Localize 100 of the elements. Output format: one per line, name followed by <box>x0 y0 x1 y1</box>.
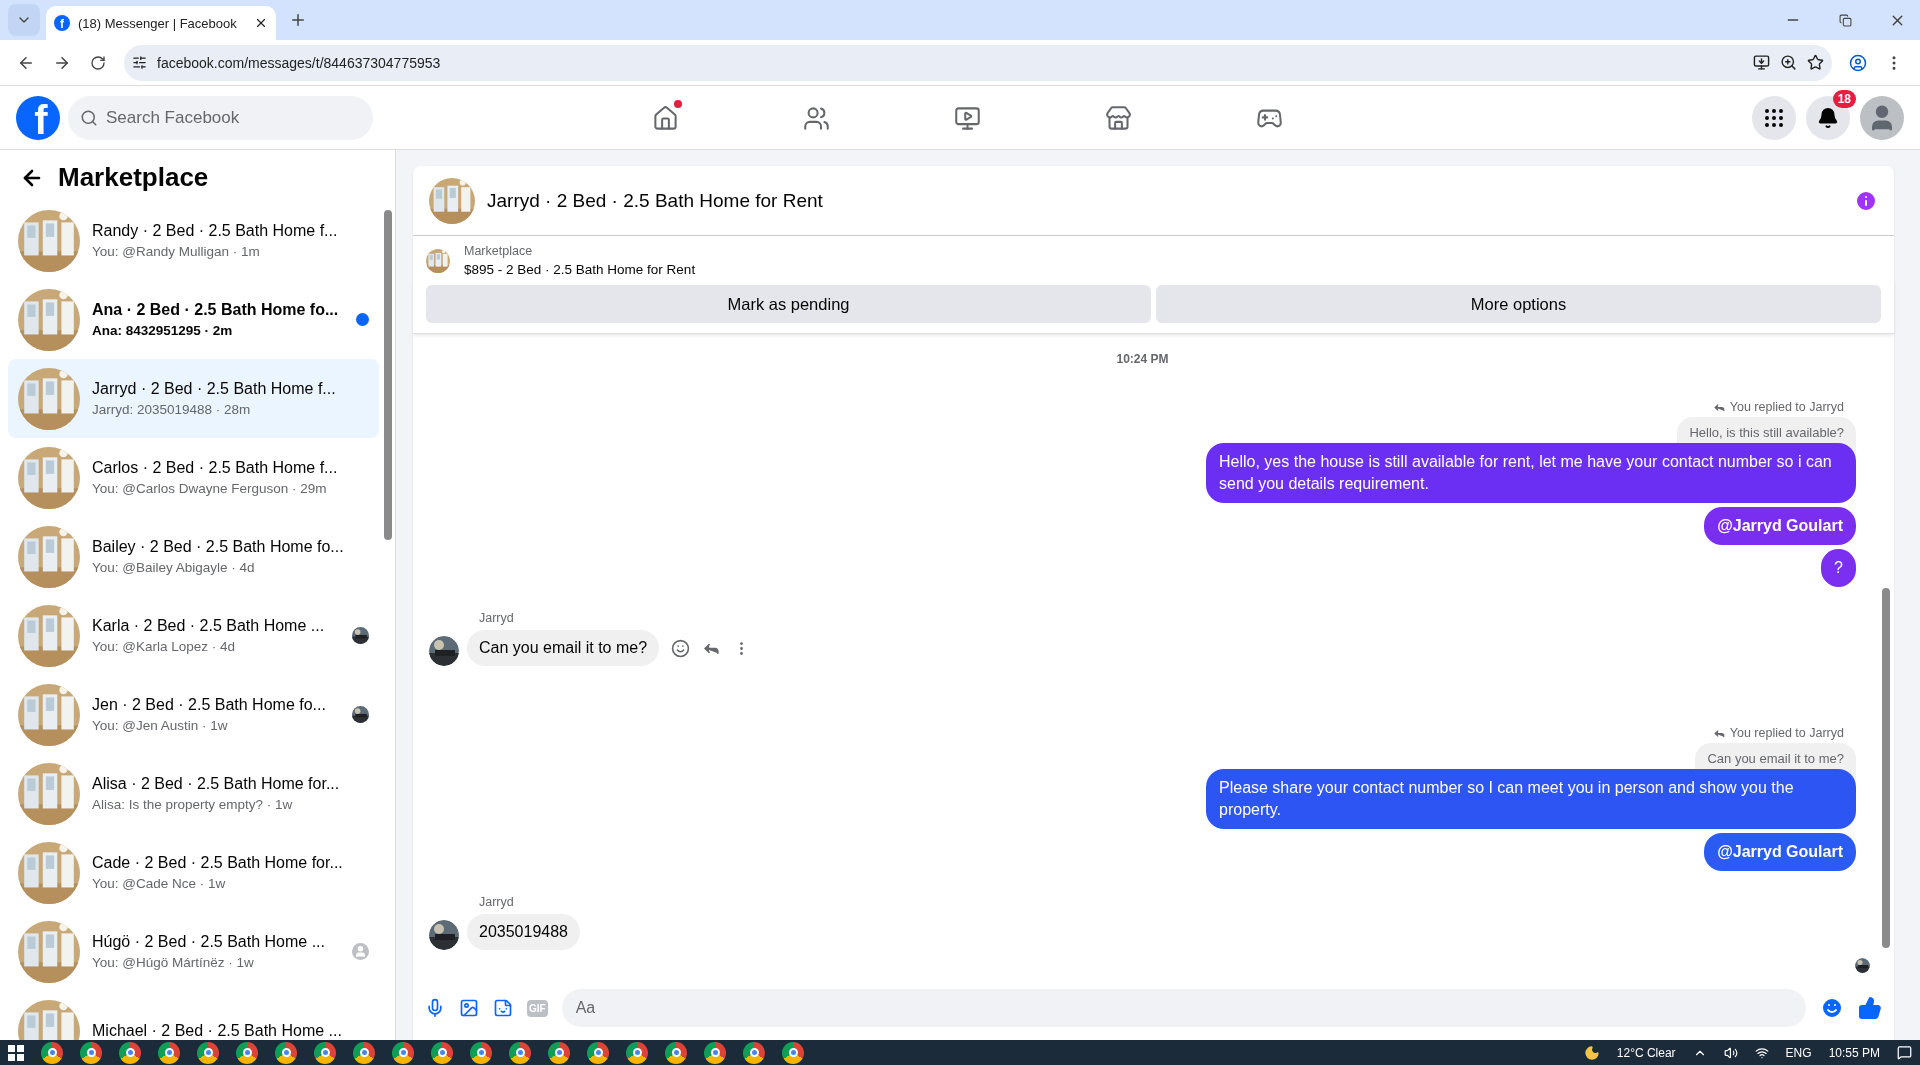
conversation-title: Karla · 2 Bed · 2.5 Bath Home ... <box>92 617 326 635</box>
mention-bubble: @Jarryd Goulart <box>1704 833 1856 871</box>
conversation-preview: You: @Cade Nce · 1w <box>92 876 227 891</box>
video-icon[interactable] <box>954 104 981 132</box>
like-icon[interactable] <box>1858 996 1882 1020</box>
address-bar[interactable]: facebook.com/messages/t/844637304775953 <box>124 44 1832 81</box>
install-icon[interactable] <box>1753 54 1770 71</box>
scrollbar-thumb[interactable] <box>1882 588 1890 948</box>
windows-icon[interactable] <box>8 1044 24 1061</box>
weather-text: 12°C Clear <box>1616 1045 1676 1060</box>
conversation-item[interactable]: Húgö · 2 Bed · 2.5 Bath Home ... You: @Húgö Mártínëz · 1w <box>8 912 379 991</box>
browser-icon[interactable] <box>41 1041 63 1064</box>
browser-icon[interactable] <box>275 1041 297 1064</box>
home-icon[interactable] <box>652 104 679 132</box>
browser-icon[interactable] <box>665 1041 687 1064</box>
reload-icon[interactable] <box>90 54 106 71</box>
browser-icon[interactable] <box>392 1041 414 1064</box>
sender-name: Jarryd <box>479 895 515 909</box>
browser-icon[interactable] <box>80 1041 102 1064</box>
notifications-button[interactable] <box>1806 95 1850 140</box>
mention-bubble: @Jarryd Goulart <box>1704 507 1856 545</box>
browser-icon[interactable] <box>197 1041 219 1064</box>
browser-icon[interactable] <box>470 1041 492 1064</box>
account-button[interactable] <box>1860 95 1904 140</box>
message-bubble: 2035019488 <box>467 914 580 950</box>
profile-icon[interactable] <box>1849 53 1867 72</box>
menu-button[interactable] <box>1752 95 1796 140</box>
conversation-preview: You: @Bailey Abigayle · 4d <box>92 560 256 575</box>
chat-title: Jarryd · 2 Bed · 2.5 Bath Home for Rent <box>487 189 824 212</box>
sticker-icon[interactable] <box>493 998 513 1018</box>
conversation-item[interactable]: Alisa · 2 Bed · 2.5 Bath Home for... Alisa: Is the property empty? · 1w <box>8 754 379 833</box>
conversation-preview: Jarryd: 2035019488 · 28m <box>92 402 252 417</box>
action-button[interactable]: More options <box>1156 285 1881 323</box>
network-icon[interactable] <box>1754 1045 1769 1060</box>
people-icon[interactable] <box>803 104 830 132</box>
clock[interactable]: 10:55 PM <box>1828 1045 1880 1060</box>
conversation-item[interactable]: Carlos · 2 Bed · 2.5 Bath Home f... You: @Carlos Dwayne Ferguson · 29m <box>8 438 379 517</box>
conversation-preview: You: @Karla Lopez · 4d <box>92 639 237 654</box>
message-bubble: Hello, yes the house is still available for rent, let me have your contact number so i can send you details requirement. <box>1206 443 1856 503</box>
message-bubble: Please share your contact number so I can meet you in person and show you the property. <box>1206 769 1856 829</box>
timestamp: 10:24 PM <box>1116 352 1169 366</box>
site-settings-icon[interactable] <box>132 55 147 70</box>
browser-icon[interactable] <box>626 1041 648 1064</box>
listing-summary: $895 - 2 Bed · 2.5 Bath Home for Rent <box>464 262 696 277</box>
browser-icon[interactable] <box>314 1041 336 1064</box>
action-button[interactable]: Mark as pending <box>426 285 1151 323</box>
conversation-item[interactable]: Randy · 2 Bed · 2.5 Bath Home f... You: @Randy Mulligan · 1m <box>8 201 379 280</box>
browser-icon[interactable] <box>509 1041 531 1064</box>
language-indicator[interactable]: ENG <box>1785 1045 1812 1060</box>
conversation-title: Carlos · 2 Bed · 2.5 Bath Home f... <box>92 459 339 477</box>
conversation-title: Alisa · 2 Bed · 2.5 Bath Home for... <box>92 775 341 793</box>
browser-icon[interactable] <box>353 1041 375 1064</box>
browser-icon[interactable] <box>782 1041 804 1064</box>
browser-tab[interactable]: f (18) Messenger | Facebook <box>46 6 276 40</box>
conversation-item[interactable]: Karla · 2 Bed · 2.5 Bath Home ... You: @Karla Lopez · 4d <box>8 596 379 675</box>
conversation-preview: You: @Carlos Dwayne Ferguson · 29m <box>92 481 328 496</box>
sender-name: Jarryd <box>479 611 515 625</box>
favicon: f <box>54 15 70 31</box>
message-bubble: ? <box>1821 549 1856 587</box>
restore-icon[interactable] <box>1838 13 1852 27</box>
notification-badge: 18 <box>1832 89 1856 108</box>
zoom-icon[interactable] <box>1780 54 1797 71</box>
volume-icon[interactable] <box>1723 1045 1738 1060</box>
browser-icon[interactable] <box>158 1041 180 1064</box>
browser-icon[interactable] <box>548 1041 570 1064</box>
conversation-preview: You: @Randy Mulligan · 1m <box>92 244 261 259</box>
emoji-icon[interactable] <box>671 638 691 658</box>
conversation-item[interactable]: Cade · 2 Bed · 2.5 Bath Home for... You: @Cade Nce · 1w <box>8 833 379 912</box>
close-icon[interactable] <box>254 16 268 30</box>
notifications-icon[interactable] <box>1897 1045 1912 1060</box>
logo[interactable]: f <box>16 95 60 140</box>
browser-icon[interactable] <box>704 1041 726 1064</box>
browser-icon[interactable] <box>743 1041 765 1064</box>
conversation-item[interactable]: Ana · 2 Bed · 2.5 Bath Home fo... Ana: 8432951295 · 2m <box>8 280 379 359</box>
conversation-item[interactable]: Bailey · 2 Bed · 2.5 Bath Home fo... You: @Bailey Abigayle · 4d <box>8 517 379 596</box>
reply-text: You replied to Jarryd <box>1729 400 1844 414</box>
conversation-preview: You: @Húgö Mártínëz · 1w <box>92 955 255 970</box>
conversation-item[interactable]: Jarryd · 2 Bed · 2.5 Bath Home f... Jarryd: 2035019488 · 28m <box>8 359 379 438</box>
message-field[interactable]: Aa <box>561 989 1806 1027</box>
conversation-item[interactable]: Jen · 2 Bed · 2.5 Bath Home fo... You: @Jen Austin · 1w <box>8 675 379 754</box>
listing-source: Marketplace <box>464 244 534 258</box>
browser-icon[interactable] <box>587 1041 609 1064</box>
conversation-title: Cade · 2 Bed · 2.5 Bath Home for... <box>92 854 344 872</box>
browser-icon[interactable] <box>431 1041 453 1064</box>
image-icon[interactable] <box>459 998 479 1018</box>
scrollbar-thumb[interactable] <box>384 210 392 540</box>
microphone-icon[interactable] <box>425 998 445 1018</box>
sidebar-title: Marketplace <box>58 162 209 193</box>
conversation-title: Michael · 2 Bed · 2.5 Bath Home ... <box>92 1021 343 1040</box>
browser-icon[interactable] <box>119 1041 141 1064</box>
conversation-preview: You: @Jen Austin · 1w <box>92 718 229 733</box>
conversation-title: Bailey · 2 Bed · 2.5 Bath Home fo... <box>92 538 345 556</box>
search-field[interactable]: Search Facebook <box>68 95 373 140</box>
new-tab-icon[interactable] <box>289 11 307 29</box>
store-icon[interactable] <box>1105 104 1132 132</box>
bell-icon[interactable] <box>1817 106 1839 129</box>
browser-icon[interactable] <box>236 1041 258 1064</box>
star-icon[interactable] <box>1807 54 1824 71</box>
reply-text: You replied to Jarryd <box>1729 726 1844 740</box>
conversation-title: Jen · 2 Bed · 2.5 Bath Home fo... <box>92 696 327 714</box>
